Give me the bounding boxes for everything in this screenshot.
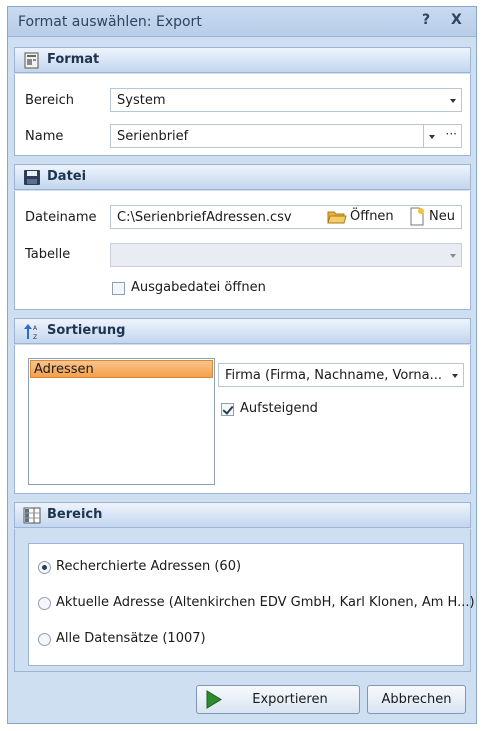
open-file-button[interactable]: Öffnen [327, 207, 407, 227]
datei-section-header: Datei [14, 164, 471, 190]
bereich-label: Bereich [25, 93, 74, 108]
bereich-options-panel: Recherchierte Adressen (60) Aktuelle Adr… [28, 543, 475, 666]
list-item[interactable]: Adressen [30, 360, 213, 378]
radio-recherchierte[interactable] [38, 561, 51, 574]
format-section-header: Format [14, 47, 471, 73]
list-item-label: Adressen [34, 362, 94, 377]
dateiname-label: Dateiname [25, 210, 97, 225]
format-icon [24, 52, 39, 69]
aufsteigend-checkbox[interactable] [221, 403, 234, 416]
bereich-value: System [117, 93, 166, 108]
format-export-dialog: Format auswählen: Export ? X Format Bere… [7, 6, 477, 724]
name-label: Name [25, 129, 64, 144]
more-button[interactable]: ··· [446, 127, 457, 141]
sortierung-section-header: A Z Sortierung [14, 318, 471, 344]
name-dropdown[interactable]: Serienbrief ··· [110, 124, 462, 148]
format-section-body: Bereich System Name Serienbrief ··· [14, 74, 471, 156]
export-button[interactable]: Exportieren [196, 685, 360, 714]
svg-text:A: A [33, 325, 38, 332]
ausgabedatei-label[interactable]: Ausgabedatei öffnen [131, 280, 266, 295]
sort-list[interactable]: Adressen [28, 358, 215, 485]
table-columns-icon [23, 507, 41, 524]
tabelle-dropdown [110, 243, 462, 267]
chevron-down-icon [450, 254, 456, 258]
sort-ascending-icon: A Z [24, 324, 38, 340]
sortierung-section-body: Adressen Firma (Firma, Nachname, Vorna..… [14, 345, 471, 494]
radio-aktuelle[interactable] [38, 597, 51, 610]
help-button[interactable]: ? [422, 12, 430, 28]
bereich-section-body: Recherchierte Adressen (60) Aktuelle Adr… [14, 529, 475, 672]
ausgabedatei-checkbox[interactable] [112, 282, 125, 295]
name-value: Serienbrief [117, 129, 189, 144]
close-button[interactable]: X [451, 12, 462, 28]
export-button-label: Exportieren [252, 692, 328, 707]
datei-section-body: Dateiname C:\SerienbriefAdressen.csv Öff… [14, 191, 471, 310]
window-title: Format auswählen: Export [18, 14, 202, 30]
cancel-button-label: Abbrechen [381, 692, 452, 707]
radio-alle-label[interactable]: Alle Datensätze (1007) [56, 631, 206, 646]
svg-text:Z: Z [33, 334, 37, 340]
open-folder-icon [327, 211, 347, 224]
datei-section-title: Datei [47, 169, 87, 184]
cancel-button[interactable]: Abbrechen [367, 685, 466, 714]
new-document-icon [410, 207, 424, 226]
new-file-label: Neu [429, 209, 455, 224]
chevron-down-icon [450, 99, 456, 103]
bereich-section-title: Bereich [47, 507, 103, 522]
dateiname-value: C:\SerienbriefAdressen.csv [117, 210, 292, 225]
radio-aktuelle-label[interactable]: Aktuelle Adresse (Altenkirchen EDV GmbH,… [56, 595, 475, 610]
sort-field-value: Firma (Firma, Nachname, Vorna... [225, 368, 443, 383]
sortierung-section-title: Sortierung [47, 323, 126, 338]
format-section-title: Format [47, 52, 100, 67]
bereich-section-header: Bereich [14, 502, 471, 528]
radio-recherchierte-label[interactable]: Recherchierte Adressen (60) [56, 559, 241, 574]
bereich-dropdown[interactable]: System [110, 88, 462, 112]
sort-field-dropdown[interactable]: Firma (Firma, Nachname, Vorna... [218, 363, 464, 387]
title-bar[interactable]: Format auswählen: Export ? X [8, 7, 476, 37]
open-file-label: Öffnen [350, 209, 394, 224]
tabelle-label: Tabelle [25, 247, 71, 262]
radio-alle[interactable] [38, 633, 51, 646]
divider [423, 125, 424, 147]
new-file-button[interactable]: Neu [409, 207, 461, 227]
chevron-down-icon[interactable] [429, 135, 435, 139]
aufsteigend-label[interactable]: Aufsteigend [240, 401, 318, 416]
chevron-down-icon [452, 374, 458, 378]
save-disk-icon [24, 170, 40, 185]
